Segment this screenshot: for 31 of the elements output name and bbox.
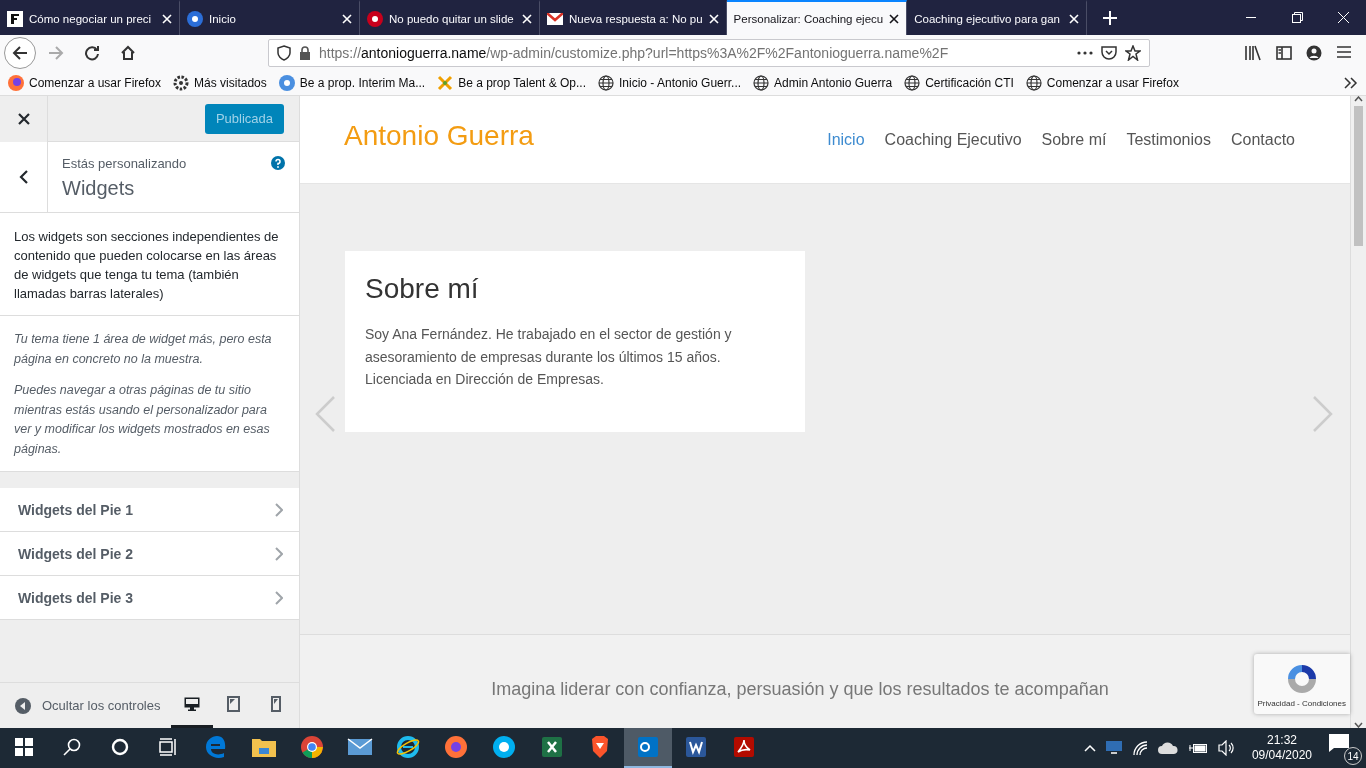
nav-link[interactable]: Sobre mí	[1041, 130, 1107, 149]
notice-text: Puedes navegar a otras páginas de tu sitio mientras estás usando el personalizador para ver y modificar los widgets mostrados en esas páginas.	[14, 382, 271, 458]
recaptcha-links[interactable]: Privacidad - Condiciones	[1257, 699, 1346, 708]
browser-tab[interactable]: Personalizar: Coaching ejecu	[726, 0, 908, 35]
bookmark[interactable]: Admin Antonio Guerra	[753, 75, 893, 91]
nav-link[interactable]: Contacto	[1230, 130, 1295, 149]
hide-controls-button[interactable]: Ocultar los controles	[14, 696, 161, 715]
bookmark[interactable]: Comenzar a usar Firefox	[1025, 75, 1179, 91]
bookmark[interactable]: Inicio - Antonio Guerr...	[598, 75, 742, 91]
widget-area-item[interactable]: Widgets del Pie 2	[0, 532, 299, 576]
bookmark[interactable]: Be a prop Talent & Op...	[437, 75, 586, 91]
bookmark[interactable]: Certificación CTI	[904, 75, 1014, 91]
bookmark[interactable]: Be a prop. Interim Ma...	[278, 75, 426, 91]
address-bar[interactable]: https://antonioguerra.name/wp-admin/customize.php?url=https%3A%2F%2Fantonioguerra.name%2F	[268, 39, 1150, 67]
context-label: Estás personalizando	[62, 156, 187, 171]
tagline: Imagina liderar con confianza, persuasión y que los resultados te acompañan	[491, 679, 1109, 701]
section-description: Los widgets son secciones independientes de contenido que pueden colocarse en las áreas de widgets que tenga tu tema (también llamadas barras laterales)	[0, 213, 299, 316]
notice-text: Tu tema tiene 1 área de widget más, pero esta página en concreto no la muestra.	[14, 331, 273, 368]
section-title: Widgets	[62, 177, 135, 200]
notification-count: 14	[1344, 747, 1362, 765]
slide-text: Soy Ana Fernández. He trabajado en el sector de gestión y asesoramiento de empresas durante los últimos 15 años. Licenciada en Dirección de Empresas.	[365, 325, 733, 389]
slide-title: Sobre mí	[365, 273, 480, 305]
nav-link[interactable]: Inicio	[827, 130, 865, 149]
clock[interactable]: 21:32 09/04/2020	[1251, 733, 1312, 763]
widget-area-item[interactable]: Widgets del Pie 3	[0, 576, 299, 620]
nav-link[interactable]: Testimonios	[1126, 130, 1211, 149]
bookmark[interactable]: Más visitados	[173, 75, 267, 91]
widget-area-item[interactable]: Widgets del Pie 1	[0, 488, 299, 532]
nav-link[interactable]: Coaching Ejecutivo	[884, 130, 1022, 149]
recaptcha-badge[interactable]: Privacidad - Condiciones	[1253, 654, 1350, 714]
bookmark[interactable]: Comenzar a usar Firefox	[8, 75, 162, 91]
